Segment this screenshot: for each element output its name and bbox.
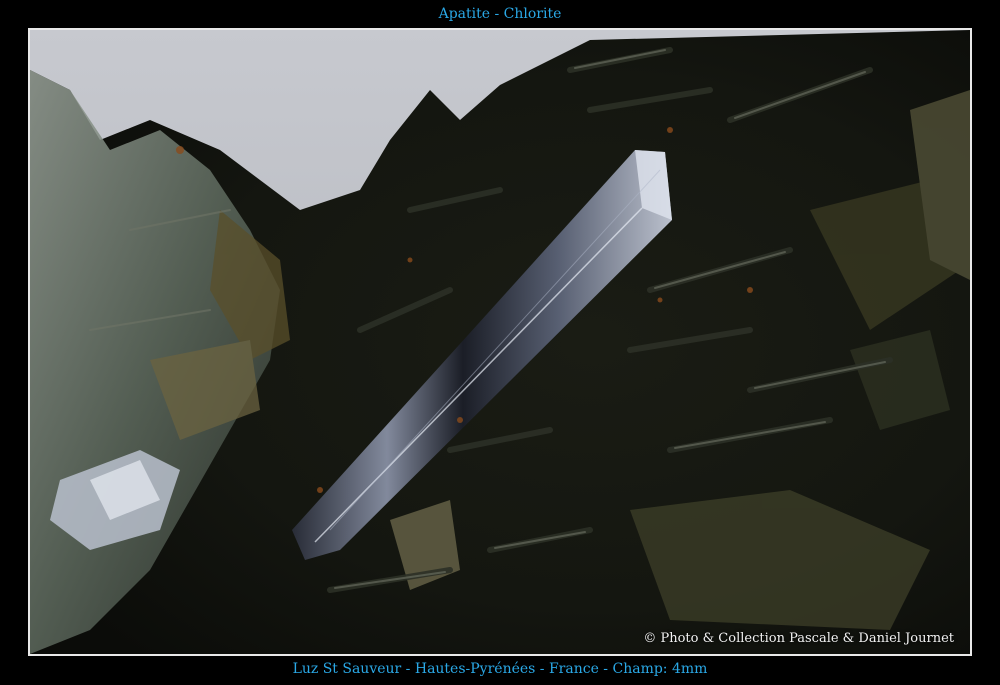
mineral-photo [30,30,970,654]
photo-credit: © Photo & Collection Pascale & Daniel Jo… [643,631,954,646]
photo-frame: © Photo & Collection Pascale & Daniel Jo… [28,28,972,656]
header-title: Apatite - Chlorite [438,6,562,22]
footer-caption: Luz St Sauveur - Hautes-Pyrénées - Franc… [292,661,708,677]
